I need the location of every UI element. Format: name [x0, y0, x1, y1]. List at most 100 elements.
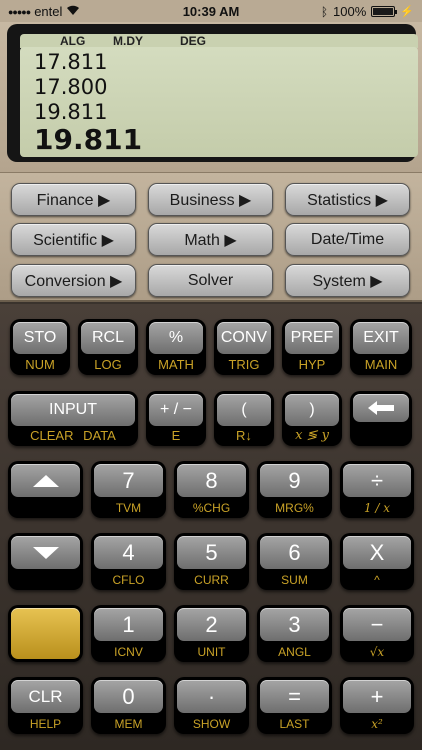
zero-key-shift-label: MEM	[114, 717, 143, 731]
one-key-shift-label: ICNV	[114, 645, 143, 659]
down-arrow-key[interactable]	[8, 533, 83, 590]
sto-key-shift-label: NUM	[25, 357, 55, 372]
equals-key-shift-label: LAST	[279, 717, 310, 731]
add-key[interactable]: + x²	[340, 677, 414, 734]
one-key[interactable]: 1 ICNV	[91, 605, 166, 662]
divide-key-label: ÷	[343, 464, 411, 498]
five-key[interactable]: 5 CURR	[174, 533, 249, 590]
lcd-bezel: ALG M.DY DEG 17.811 17.800 19.811 19.811	[7, 24, 418, 162]
sign-key-shift-label: E	[171, 428, 181, 443]
status-bar: ●●●●● entel 10:39 AM ᛒ 100% ⚡	[0, 0, 422, 22]
menu-area: Finance ▶ Business ▶ Statistics ▶ Scient…	[0, 172, 422, 302]
nine-key-label: 9	[260, 464, 329, 498]
close-paren-key-label: )	[285, 394, 339, 426]
clr-key[interactable]: CLR HELP	[8, 677, 83, 734]
rcl-key-label: RCL	[81, 322, 135, 355]
divide-key[interactable]: ÷ 1 / x	[340, 461, 414, 518]
four-key[interactable]: 4 CFLO	[91, 533, 166, 590]
keypad: STO NUM RCL LOG % MATH CONV TRIG PREF HY…	[0, 304, 422, 750]
open-paren-key[interactable]: ( R↓	[214, 391, 274, 446]
shift-key[interactable]	[8, 605, 83, 662]
close-paren-key-shift-label: x ≶ y	[295, 428, 329, 443]
equals-key-label: =	[260, 680, 329, 714]
sign-key[interactable]: + / − E	[146, 391, 206, 446]
conversion-menu-button[interactable]: Conversion ▶	[11, 264, 136, 297]
clr-key-shift-label: HELP	[29, 717, 62, 731]
battery-icon	[371, 6, 398, 17]
seven-key-label: 7	[94, 464, 163, 498]
conv-key-shift-label: TRIG	[228, 357, 260, 372]
exit-key-shift-label: MAIN	[364, 357, 398, 372]
rcl-key[interactable]: RCL LOG	[78, 319, 138, 375]
input-key-shift-label: CLEAR DATA	[30, 428, 116, 443]
main-display-value: 19.811	[34, 123, 143, 156]
subtract-key[interactable]: − √x	[340, 605, 414, 662]
battery-fill	[373, 8, 394, 15]
battery-percent: 100%	[333, 4, 367, 19]
display-panel: ALG M.DY DEG 17.811 17.800 19.811 19.811	[0, 22, 422, 172]
exit-key[interactable]: EXIT MAIN	[350, 319, 412, 375]
scientific-menu-button[interactable]: Scientific ▶	[11, 223, 136, 256]
down-arrow-icon	[11, 536, 80, 570]
annunciator-date-format: M.DY	[113, 34, 143, 48]
two-key-shift-label: UNIT	[197, 645, 226, 659]
equals-key[interactable]: = LAST	[257, 677, 332, 734]
four-key-label: 4	[94, 536, 163, 570]
multiply-key[interactable]: X ^	[340, 533, 414, 590]
stack-line-2: 17.800	[34, 75, 108, 99]
backspace-key[interactable]	[350, 391, 412, 446]
bluetooth-icon: ᛒ	[320, 4, 329, 19]
datetime-menu-button[interactable]: Date/Time	[285, 223, 410, 256]
conv-key[interactable]: CONV TRIG	[214, 319, 274, 375]
six-key[interactable]: 6 SUM	[257, 533, 332, 590]
stack-line-3: 19.811	[34, 100, 108, 124]
six-key-label: 6	[260, 536, 329, 570]
annunciator-bar: ALG M.DY DEG	[20, 34, 418, 48]
input-key[interactable]: INPUT CLEAR DATA	[8, 391, 138, 446]
add-key-label: +	[343, 680, 411, 714]
divide-key-shift-label: 1 / x	[363, 501, 391, 515]
close-paren-key[interactable]: ) x ≶ y	[282, 391, 342, 446]
clr-key-label: CLR	[11, 680, 80, 714]
sto-key-label: STO	[13, 322, 67, 355]
zero-key-label: 0	[94, 680, 163, 714]
percent-key-shift-label: MATH	[158, 357, 194, 372]
solver-menu-button[interactable]: Solver	[148, 264, 273, 297]
one-key-label: 1	[94, 608, 163, 642]
five-key-label: 5	[177, 536, 246, 570]
four-key-shift-label: CFLO	[112, 573, 145, 587]
zero-key[interactable]: 0 MEM	[91, 677, 166, 734]
annunciator-angle: DEG	[180, 34, 207, 48]
eight-key-label: 8	[177, 464, 246, 498]
five-key-shift-label: CURR	[194, 573, 229, 587]
decimal-key-shift-label: SHOW	[192, 717, 231, 731]
finance-menu-button[interactable]: Finance ▶	[11, 183, 136, 216]
input-key-label: INPUT	[11, 394, 135, 426]
eight-key[interactable]: 8 %CHG	[174, 461, 249, 518]
seven-key[interactable]: 7 TVM	[91, 461, 166, 518]
open-paren-key-label: (	[217, 394, 271, 426]
decimal-key-label: ·	[177, 680, 246, 714]
system-menu-button[interactable]: System ▶	[285, 264, 410, 297]
nine-key[interactable]: 9 MRG%	[257, 461, 332, 518]
up-arrow-icon	[11, 464, 80, 498]
two-key[interactable]: 2 UNIT	[174, 605, 249, 662]
seven-key-shift-label: TVM	[115, 501, 142, 515]
eight-key-shift-label: %CHG	[192, 501, 231, 515]
statistics-menu-button[interactable]: Statistics ▶	[285, 183, 410, 216]
math-menu-button[interactable]: Math ▶	[148, 223, 273, 256]
up-arrow-key[interactable]	[8, 461, 83, 518]
exit-key-label: EXIT	[353, 322, 409, 355]
three-key[interactable]: 3 ANGL	[257, 605, 332, 662]
decimal-key[interactable]: · SHOW	[174, 677, 249, 734]
business-menu-button[interactable]: Business ▶	[148, 183, 273, 216]
multiply-key-label: X	[343, 536, 411, 570]
conv-key-label: CONV	[217, 322, 271, 355]
pref-key[interactable]: PREF HYP	[282, 319, 342, 375]
percent-key[interactable]: % MATH	[146, 319, 206, 375]
sto-key[interactable]: STO NUM	[10, 319, 70, 375]
nine-key-shift-label: MRG%	[275, 501, 314, 515]
subtract-key-shift-label: √x	[369, 645, 385, 659]
three-key-shift-label: ANGL	[278, 645, 311, 659]
add-key-shift-label: x²	[371, 717, 383, 731]
